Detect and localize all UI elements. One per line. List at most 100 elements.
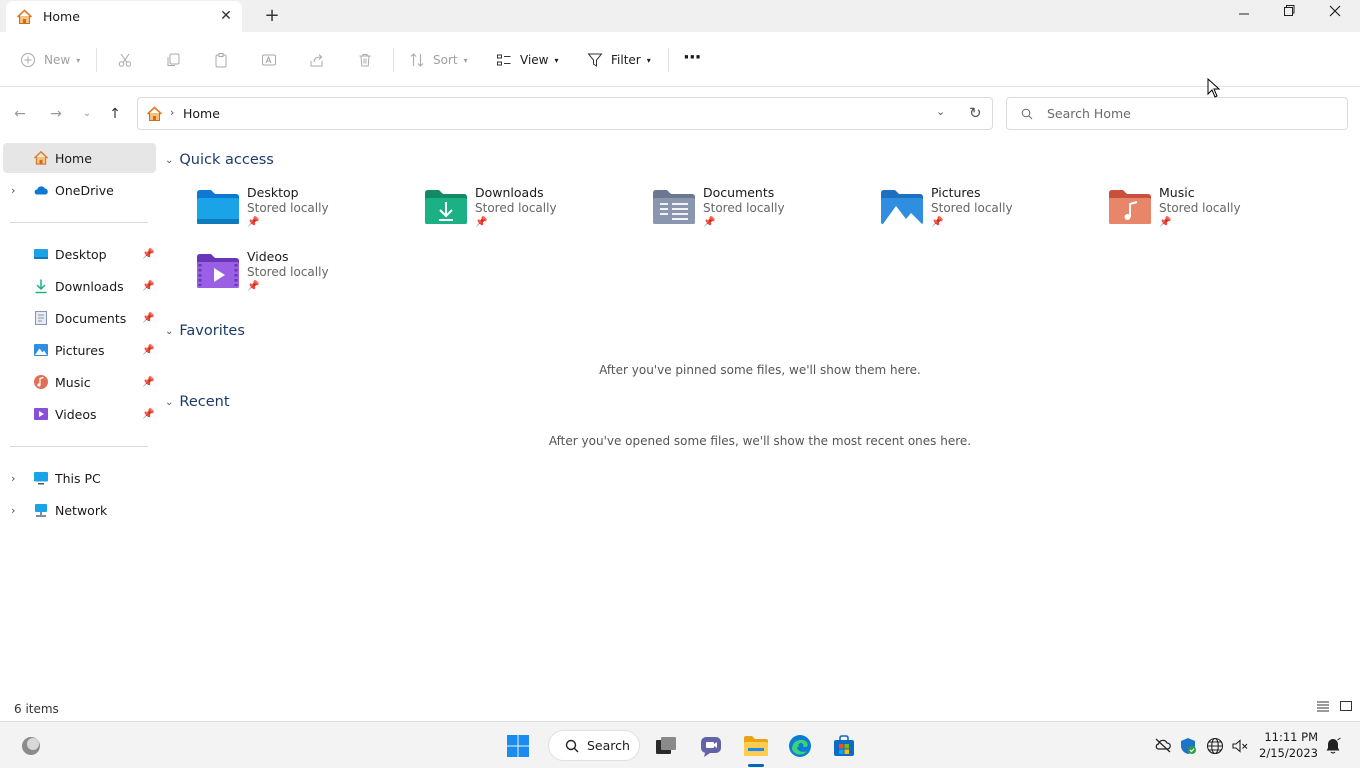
chevron-right-icon[interactable]: › <box>11 184 15 197</box>
pictures-folder-icon <box>881 190 923 224</box>
maximize-button[interactable] <box>1266 4 1312 26</box>
weather-icon <box>22 737 40 755</box>
sidebar-item-label: Pictures <box>55 342 105 358</box>
cut-button[interactable] <box>117 49 133 71</box>
sidebar-item-label: Downloads <box>55 278 124 294</box>
divider <box>668 48 669 72</box>
tab-home[interactable]: Home ✕ <box>6 1 242 32</box>
address-bar[interactable]: › Home ⌄ ↻ <box>137 97 993 130</box>
quick-access-pictures[interactable]: Pictures Stored locally 📌 <box>880 185 1100 241</box>
sidebar-item-label: Home <box>55 150 92 166</box>
widgets-button[interactable] <box>16 731 46 761</box>
restore-icon <box>1284 5 1295 16</box>
sort-button[interactable]: Sort ▾ <box>409 49 468 71</box>
divider <box>393 48 394 72</box>
onedrive-offline-icon[interactable] <box>1154 737 1172 755</box>
search-box[interactable]: Search Home <box>1006 97 1348 130</box>
tiles-view-button[interactable] <box>1338 700 1354 714</box>
volume-muted-icon[interactable] <box>1231 737 1249 755</box>
chevron-right-icon[interactable]: › <box>11 504 15 517</box>
recent-locations-button[interactable]: ⌄ <box>77 104 97 124</box>
pin-icon: 📌 <box>142 344 155 356</box>
chevron-down-icon: ⌄ <box>165 325 174 337</box>
edge-browser-icon <box>789 735 811 757</box>
edge-button[interactable] <box>785 731 815 761</box>
quick-access-desktop[interactable]: Desktop Stored locally 📌 <box>196 185 416 241</box>
item-name: Pictures <box>931 185 981 200</box>
plus-circle-icon <box>21 53 35 67</box>
quick-access-music[interactable]: Music Stored locally 📌 <box>1108 185 1328 241</box>
close-tab-icon[interactable]: ✕ <box>218 8 234 24</box>
new-tab-button[interactable]: + <box>262 6 282 26</box>
paste-button[interactable] <box>213 49 229 71</box>
search-input[interactable]: Search Home <box>1047 106 1131 121</box>
close-window-button[interactable] <box>1312 4 1358 26</box>
view-button[interactable]: View ▾ <box>496 49 559 71</box>
sidebar-item-videos[interactable]: Videos 📌 <box>3 399 156 429</box>
chevron-right-icon[interactable]: › <box>11 472 15 485</box>
favorites-empty-message: After you've pinned some files, we'll sh… <box>599 363 921 377</box>
quick-access-documents[interactable]: Documents Stored locally 📌 <box>652 185 872 241</box>
file-explorer-taskbar-button[interactable] <box>741 731 771 761</box>
teams-chat-button[interactable] <box>696 731 726 761</box>
start-button[interactable] <box>503 731 533 761</box>
sidebar-item-music[interactable]: Music 📌 <box>3 367 156 397</box>
sidebar-item-label: Documents <box>55 310 127 326</box>
network-icon <box>35 504 47 517</box>
quick-access-videos[interactable]: Videos Stored locally 📌 <box>196 249 416 305</box>
globe-network-icon[interactable] <box>1206 737 1224 755</box>
computer-icon <box>34 472 48 485</box>
pin-icon: 📌 <box>247 217 260 228</box>
sidebar-item-network[interactable]: › Network <box>3 495 156 525</box>
rename-button[interactable] <box>261 49 277 71</box>
system-clock[interactable]: 11:11 PM 2/15/2023 <box>1258 729 1318 761</box>
sidebar-item-label: Videos <box>55 406 97 422</box>
minimize-button[interactable] <box>1221 4 1267 26</box>
sidebar-item-downloads[interactable]: Downloads 📌 <box>3 271 156 301</box>
tiles-view-icon <box>1340 701 1352 711</box>
pin-icon: 📌 <box>142 280 155 292</box>
document-icon <box>35 311 47 325</box>
new-button[interactable]: New ▾ <box>20 49 80 71</box>
favorites-header[interactable]: ⌄ Favorites <box>165 323 245 339</box>
microsoft-store-button[interactable] <box>829 731 859 761</box>
cut-icon <box>118 53 132 67</box>
sidebar-item-pictures[interactable]: Pictures 📌 <box>3 335 156 365</box>
sidebar-item-desktop[interactable]: Desktop 📌 <box>3 239 156 269</box>
sidebar-item-home[interactable]: Home <box>3 143 156 173</box>
task-view-button[interactable] <box>651 731 681 761</box>
quick-access-header[interactable]: ⌄ Quick access <box>165 152 274 168</box>
up-button[interactable]: ↑ <box>105 104 125 124</box>
refresh-icon[interactable]: ↻ <box>969 104 982 122</box>
paste-icon <box>215 53 227 68</box>
security-shield-icon[interactable] <box>1179 737 1197 755</box>
sidebar-item-label: Music <box>55 374 91 390</box>
sidebar-item-label: OneDrive <box>55 182 114 198</box>
share-button[interactable] <box>309 49 325 71</box>
notifications-icon[interactable] <box>1324 737 1342 755</box>
details-view-button[interactable] <box>1315 700 1331 714</box>
recent-header[interactable]: ⌄ Recent <box>165 394 230 410</box>
rename-icon <box>262 54 276 66</box>
taskbar-search[interactable]: Search <box>548 730 640 761</box>
quick-access-downloads[interactable]: Downloads Stored locally 📌 <box>424 185 644 241</box>
sidebar-item-documents[interactable]: Documents 📌 <box>3 303 156 333</box>
desktop-folder-icon <box>197 190 239 224</box>
copy-button[interactable] <box>165 49 181 71</box>
forward-button[interactable]: → <box>46 104 66 124</box>
more-options-button[interactable]: ··· <box>683 46 701 68</box>
item-status: Stored locally <box>1159 201 1241 215</box>
address-history-dropdown[interactable]: ⌄ <box>936 105 945 118</box>
pin-icon: 📌 <box>142 376 155 388</box>
sidebar-item-onedrive[interactable]: › OneDrive <box>3 175 156 205</box>
sidebar-item-label: Network <box>55 502 108 518</box>
clock-date: 2/15/2023 <box>1259 746 1318 760</box>
filter-button[interactable]: Filter ▾ <box>587 49 651 71</box>
delete-button[interactable] <box>357 49 373 71</box>
sidebar-item-this-pc[interactable]: › This PC <box>3 463 156 493</box>
section-title: Favorites <box>179 323 245 339</box>
store-icon <box>834 735 854 756</box>
breadcrumb-home[interactable]: Home <box>183 106 220 121</box>
back-button[interactable]: ← <box>10 104 30 124</box>
chevron-down-icon: ▾ <box>646 55 651 65</box>
